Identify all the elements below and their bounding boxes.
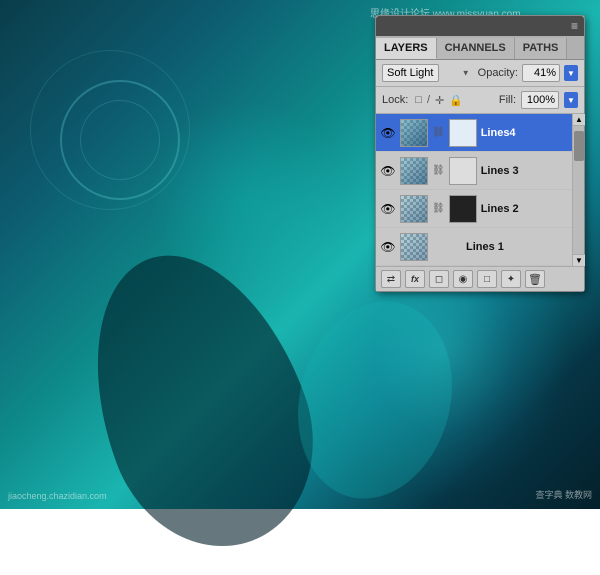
scrollbar-down-button[interactable]: ▼ [573,254,585,266]
opacity-input[interactable] [522,64,560,82]
panel-toolbar: ⇄ fx ◻ ◉ □ ✦ 🗑 [376,266,584,291]
add-mask-button[interactable]: ◻ [429,270,449,288]
tab-paths[interactable]: PATHS [515,38,568,59]
scrollbar-up-button[interactable]: ▲ [573,114,585,126]
lock-transparent-icon[interactable]: □ [415,94,422,106]
layer-name-lines1: Lines 1 [466,241,568,253]
layer-thumb-lines2 [400,195,428,223]
layer-visibility-lines4[interactable]: 👁 [380,125,396,141]
layers-content: 👁 ⛓ Lines4 👁 ⛓ Lines 3 [376,114,572,266]
lock-image-icon[interactable]: / [427,94,430,106]
layer-thumb-lines1 [400,233,428,261]
panel-menu-icon[interactable]: ≡ [571,19,578,33]
layer-mask-lines3 [449,157,477,185]
group-button[interactable]: □ [477,270,497,288]
layer-visibility-lines2[interactable]: 👁 [380,201,396,217]
layer-selected-indicator [562,119,568,147]
scrollbar-track [573,126,584,254]
layer-item-lines1[interactable]: 👁 Lines 1 [376,228,572,266]
layer-chain-lines4: ⛓ [432,127,445,138]
watermark-bottom-left: jiaocheng.chazidian.com [8,491,107,501]
blend-mode-select[interactable]: Soft Light Normal Multiply Screen Overla… [382,64,439,82]
link-layers-button[interactable]: ⇄ [381,270,401,288]
layer-name-lines3: Lines 3 [481,165,568,177]
layers-panel: ≡ LAYERS CHANNELS PATHS Soft Light Norma… [375,15,585,292]
layer-chain-lines3: ⛓ [432,165,445,176]
layer-visibility-lines1[interactable]: 👁 [380,239,396,255]
lock-all-icon[interactable]: 🔒 [449,94,463,107]
layer-name-lines4: Lines4 [481,127,558,139]
new-layer-button[interactable]: ✦ [501,270,521,288]
blend-mode-wrapper[interactable]: Soft Light Normal Multiply Screen Overla… [382,64,474,82]
adjustment-button[interactable]: ◉ [453,270,473,288]
layer-item-lines3[interactable]: 👁 ⛓ Lines 3 [376,152,572,190]
layer-chain-lines2: ⛓ [432,203,445,214]
layer-thumb-lines3 [400,157,428,185]
fill-input[interactable] [521,91,559,109]
watermark-bottom-right: 查字典 数教网 [535,488,592,501]
layer-name-lines2: Lines 2 [481,203,568,215]
tab-layers[interactable]: LAYERS [376,38,437,59]
scrollbar-thumb[interactable] [574,131,584,161]
layer-item-lines4[interactable]: 👁 ⛓ Lines4 [376,114,572,152]
panel-tabs: LAYERS CHANNELS PATHS [376,36,584,60]
layer-thumb-lines4 [400,119,428,147]
layer-mask-lines4 [449,119,477,147]
lock-position-icon[interactable]: ✛ [435,94,444,107]
blend-opacity-row: Soft Light Normal Multiply Screen Overla… [376,60,584,87]
layer-visibility-lines3[interactable]: 👁 [380,163,396,179]
layer-mask-lines2 [449,195,477,223]
panel-titlebar: ≡ [376,16,584,36]
fill-arrow-button[interactable]: ▼ [564,92,578,108]
layers-scroll-area: 👁 ⛓ Lines4 👁 ⛓ Lines 3 [376,114,584,266]
layers-scrollbar: ▲ ▼ [572,114,584,266]
tab-channels[interactable]: CHANNELS [437,38,515,59]
opacity-arrow-button[interactable]: ▼ [564,65,578,81]
layer-effects-button[interactable]: fx [405,270,425,288]
lock-label: Lock: [382,94,408,106]
delete-layer-button[interactable]: 🗑 [525,270,545,288]
opacity-label: Opacity: [478,67,518,79]
fill-label: Fill: [499,94,516,106]
layer-item-lines2[interactable]: 👁 ⛓ Lines 2 [376,190,572,228]
lock-fill-row: Lock: □ / ✛ 🔒 Fill: ▼ [376,87,584,114]
